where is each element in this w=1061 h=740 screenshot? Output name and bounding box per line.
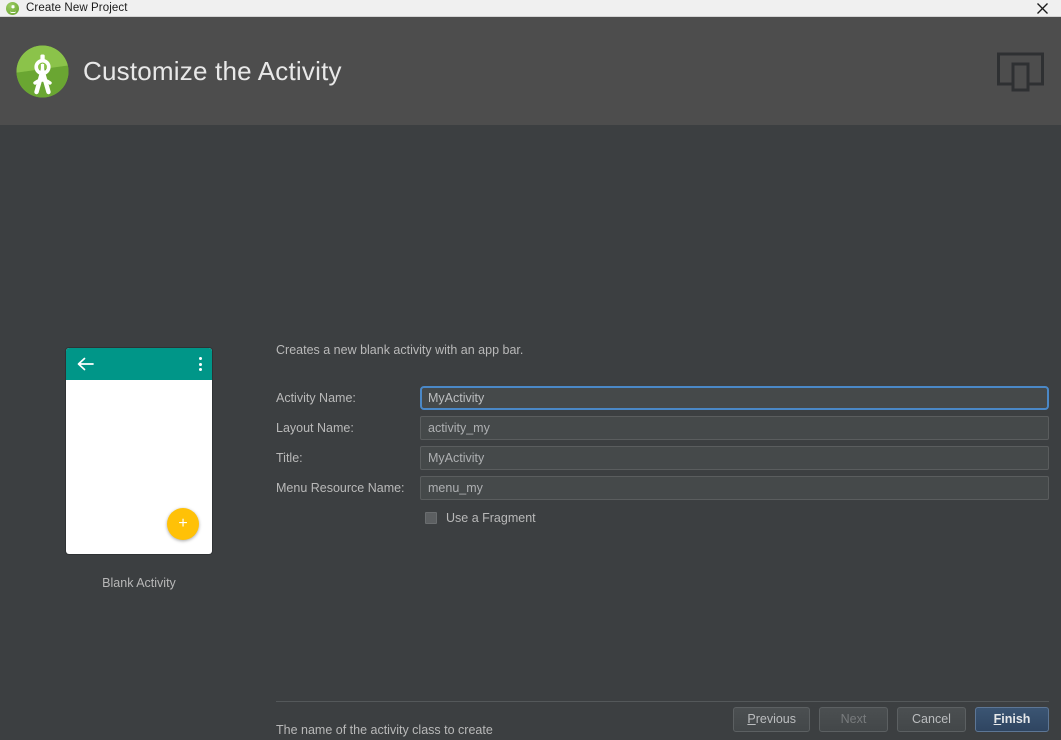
menu-resource-name-input[interactable] xyxy=(420,476,1049,500)
cancel-label: Cancel xyxy=(912,712,951,726)
use-fragment-row[interactable]: Use a Fragment xyxy=(276,507,1049,529)
layout-name-input[interactable] xyxy=(420,416,1049,440)
window-title: Create New Project xyxy=(26,2,128,14)
finish-mnemonic: F xyxy=(993,712,1002,726)
form-row-menu-resource-name: Menu Resource Name: xyxy=(276,476,1049,500)
android-studio-icon xyxy=(6,1,19,15)
phone-preview-frame: + xyxy=(66,348,212,554)
previous-button[interactable]: Previous xyxy=(733,706,810,732)
next-button[interactable]: Next xyxy=(819,706,888,732)
next-label: Next xyxy=(840,712,867,726)
preview-caption: Blank Activity xyxy=(102,576,176,590)
menu-resource-name-label: Menu Resource Name: xyxy=(276,481,405,495)
preview-app-bar xyxy=(66,348,212,380)
previous-mnemonic: P xyxy=(747,712,756,726)
previous-label: revious xyxy=(755,712,796,726)
finish-button[interactable]: Finish xyxy=(975,706,1049,732)
use-fragment-checkbox[interactable] xyxy=(425,512,437,524)
fab-glyph: + xyxy=(178,514,188,532)
activity-name-input[interactable] xyxy=(420,386,1049,410)
add-icon: + xyxy=(167,508,199,540)
android-studio-logo xyxy=(14,43,71,100)
form-row-title: Title: xyxy=(276,446,1049,470)
cancel-button[interactable]: Cancel xyxy=(897,706,966,732)
title-label: Title: xyxy=(276,451,303,465)
form-row-layout-name: Layout Name: xyxy=(276,416,1049,440)
close-icon[interactable] xyxy=(1027,0,1057,17)
back-arrow-icon xyxy=(77,357,94,371)
activity-name-label: Activity Name: xyxy=(276,391,356,405)
activity-preview[interactable]: + Blank Activity xyxy=(66,348,212,590)
finish-label: inish xyxy=(1001,712,1031,726)
dialog-body: + Blank Activity Creates a new blank act… xyxy=(0,125,1061,740)
overflow-menu-icon xyxy=(199,357,202,371)
activity-form: Activity Name: Layout Name: Title: Menu … xyxy=(276,386,1049,529)
window-title-bar: Create New Project xyxy=(0,0,1061,17)
form-row-activity-name: Activity Name: xyxy=(276,386,1049,410)
device-preview-icon xyxy=(997,51,1044,98)
title-input[interactable] xyxy=(420,446,1049,470)
dialog-header: Customize the Activity xyxy=(0,17,1061,125)
dialog-footer: Previous Next Cancel Finish xyxy=(0,698,1061,740)
activity-description: Creates a new blank activity with an app… xyxy=(276,343,524,357)
layout-name-label: Layout Name: xyxy=(276,421,354,435)
page-title: Customize the Activity xyxy=(83,55,342,86)
use-fragment-label: Use a Fragment xyxy=(446,511,536,525)
